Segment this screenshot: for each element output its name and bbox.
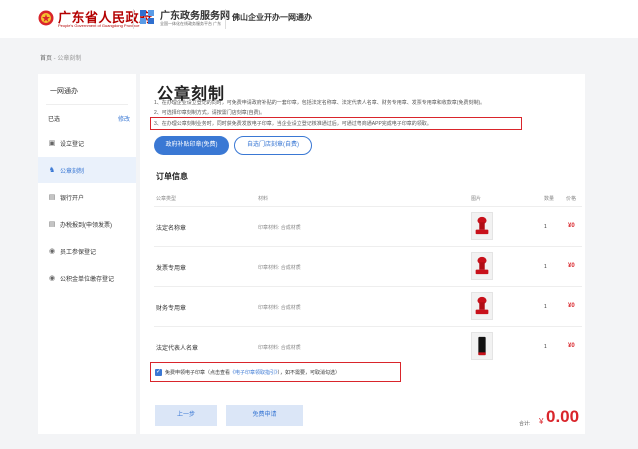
header-divider (225, 9, 226, 29)
gov-emblem-icon[interactable] (38, 9, 54, 27)
sidebar-item-fund[interactable]: ◉ 公积金单位缴存登记 (38, 265, 136, 291)
service-name[interactable]: 广东政务服务网 (160, 7, 230, 22)
stamp-material: 印章材料: 合成材质 (258, 265, 301, 271)
service-subtitle: 全国一体化在线政务服务平台 广东 (160, 21, 222, 26)
stamp-price: ¥0 (568, 223, 575, 229)
highlight-box (150, 117, 522, 130)
table-row: 法定代表人名章 印章材料: 合成材质 1 ¥0 (140, 328, 585, 366)
stamp-quantity: 1 (544, 264, 547, 270)
row-divider (154, 246, 582, 247)
e-seal-checkbox[interactable]: ✓ (155, 369, 162, 376)
city-portal-title: 佛山企业开办一网通办 (232, 13, 312, 22)
black-stamp-icon (471, 332, 493, 360)
main-panel: 公章刻制 1、在办理企业设立登记的同时，可免费申请政府补贴的一套印章，包括法定名… (140, 74, 585, 434)
stamp-price: ¥0 (568, 303, 575, 309)
note-line: 1、在办理企业设立登记的同时，可免费申请政府补贴的一套印章，包括法定名称章、法定… (154, 100, 486, 106)
stamp-name: 发票专用章 (156, 266, 187, 272)
sidebar-item-tax[interactable]: ▤ 办税报到(申领发票) (38, 211, 136, 237)
stamp-material: 印章材料: 合成材质 (258, 345, 301, 351)
total-amount: 0.00 (546, 407, 580, 426)
col-header-quantity: 数量 (544, 196, 555, 202)
service-logo-icon[interactable] (139, 9, 155, 25)
stamp-quantity: 1 (544, 304, 547, 310)
red-stamp-icon (471, 212, 493, 240)
col-header-image: 图片 (471, 196, 482, 202)
row-divider (154, 326, 582, 327)
bank-card-icon: ▤ (48, 194, 56, 201)
stamp-name: 法定名称章 (156, 226, 187, 232)
table-row: 财务专用章 印章材料: 合成材质 1 ¥0 (140, 288, 585, 326)
sidebar-item-stamp[interactable]: ♞ 公章刻制 (38, 157, 136, 183)
insurance-icon: ◉ (48, 248, 56, 255)
sidebar-item-establish[interactable]: ▣ 设立登记 (38, 130, 136, 156)
table-row: 发票专用章 印章材料: 合成材质 1 ¥0 (140, 248, 585, 286)
sidebar-item-label: 设立登记 (60, 142, 85, 148)
sidebar: 一网通办 已选 修改 ▣ 设立登记 ♞ 公章刻制 ▤ 银行开户 ▤ 办税报到(申… (38, 74, 136, 434)
breadcrumb-current: 公章刻制 (57, 56, 82, 62)
stamp-name: 财务专用章 (156, 306, 187, 312)
gov-name-en: People's Government of Guangdong Provinc… (58, 23, 140, 28)
sidebar-item-label: 公章刻制 (60, 169, 85, 175)
e-seal-text-before: 免费申领电子印章（点击查看 (165, 370, 231, 376)
e-seal-checkbox-label: 免费申领电子印章（点击查看《电子印章领取指引》），如不需要，可取消勾选） (165, 369, 340, 376)
row-divider (154, 286, 582, 287)
prev-step-button[interactable]: 上一步 (155, 405, 217, 426)
total-currency: ¥ (539, 417, 544, 426)
stamp-name: 法定代表人名章 (156, 346, 199, 352)
breadcrumb-home[interactable]: 首页 (40, 56, 52, 62)
row-divider (154, 206, 582, 207)
stamp-price: ¥0 (568, 343, 575, 349)
modify-link[interactable]: 修改 (118, 114, 130, 123)
sidebar-item-bank[interactable]: ▤ 银行开户 (38, 184, 136, 210)
stamp-quantity: 1 (544, 344, 547, 350)
stamp-material: 印章材料: 合成材质 (258, 225, 301, 231)
sidebar-item-label: 员工参保登记 (60, 250, 97, 256)
stamp-quantity: 1 (544, 224, 547, 230)
site-header: 广东省人民政府 People's Government of Guangdong… (0, 0, 638, 38)
building-icon: ▣ (48, 140, 56, 147)
total-label: 合计: (519, 421, 531, 427)
table-row: 法定名称章 印章材料: 合成材质 1 ¥0 (140, 208, 585, 246)
selected-label: 已选 (48, 117, 61, 123)
fund-icon: ◉ (48, 275, 56, 282)
red-stamp-icon (471, 252, 493, 280)
stamp-price: ¥0 (568, 263, 575, 269)
order-info-title: 订单信息 (156, 172, 188, 181)
breadcrumb: 首页 - 公章刻制 (40, 53, 81, 62)
tax-icon: ▤ (48, 221, 56, 228)
sidebar-title: 一网通办 (50, 88, 78, 95)
sidebar-divider (46, 104, 128, 105)
tab-free-stamp[interactable]: 政府补贴印章(免费) (154, 136, 229, 155)
note-line: 2、可选择印章刻制方式，请按需门店刻章(自费)。 (154, 110, 266, 116)
sidebar-item-label: 公积金单位缴存登记 (60, 277, 115, 283)
stamp-icon: ♞ (48, 167, 56, 174)
sidebar-item-label: 银行开户 (60, 196, 85, 202)
stamp-material: 印章材料: 合成材质 (258, 305, 301, 311)
header-divider (133, 9, 134, 29)
red-stamp-icon (471, 292, 493, 320)
sidebar-item-insurance[interactable]: ◉ 员工参保登记 (38, 238, 136, 264)
col-header-price: 价格 (566, 196, 577, 202)
e-seal-guide-link[interactable]: 《电子印章领取指引》 (230, 370, 278, 376)
free-apply-button[interactable]: 免费申请 (226, 405, 303, 426)
tab-self-pay-stamp[interactable]: 自选门店刻章(自费) (234, 136, 312, 155)
sidebar-item-label: 办税报到(申领发票) (60, 223, 112, 229)
e-seal-text-after: ），如不需要，可取消勾选） (277, 370, 341, 376)
col-header-material: 材料 (258, 196, 269, 202)
col-header-type: 公章类型 (156, 196, 177, 202)
